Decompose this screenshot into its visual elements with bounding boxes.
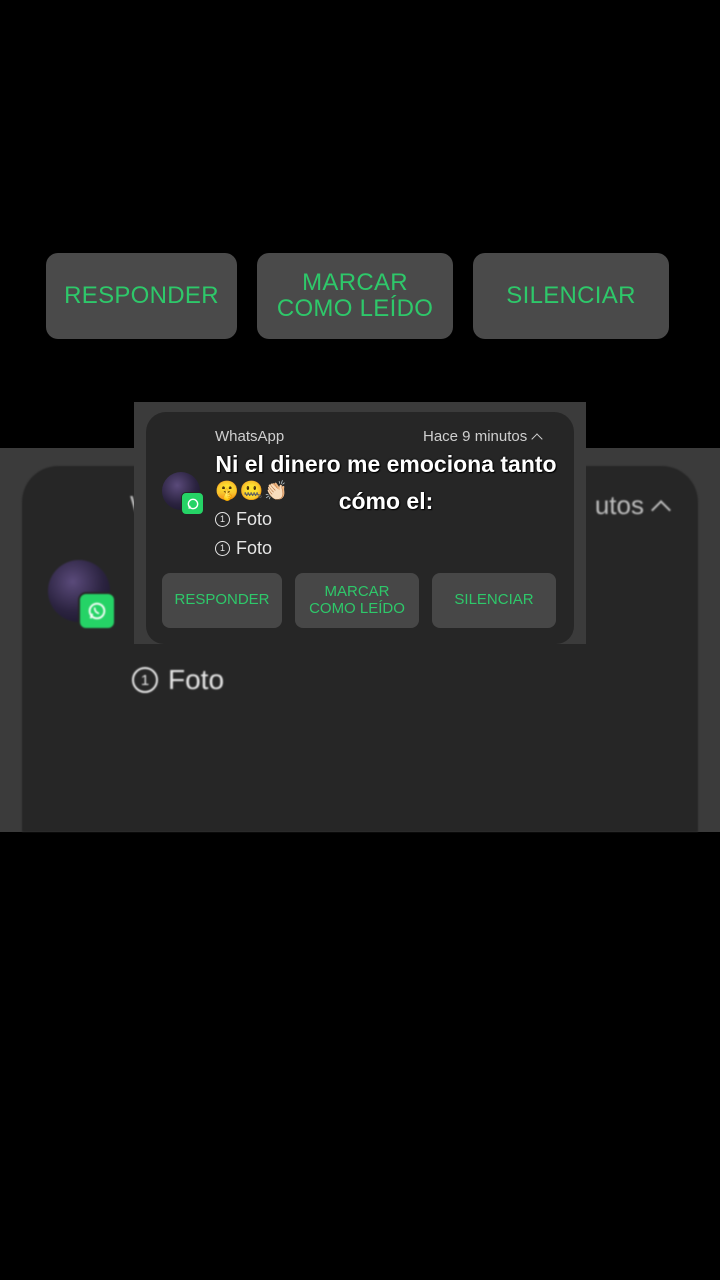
message-line: 1 Foto [215, 538, 272, 559]
caption-line-2: cómo el: [338, 488, 434, 514]
background-reply-label: RESPONDER [64, 281, 219, 309]
background-mark-read-label-2: COMO LEÍDO [276, 295, 434, 322]
video-frame: W utos 1 Foto RESPONDER MARCAR COMO LEÍD… [0, 0, 720, 1280]
notification-time[interactable]: Hace 9 minutos [423, 428, 543, 445]
background-message-text: Foto [168, 664, 225, 695]
mute-button[interactable]: SILENCIAR [432, 573, 556, 628]
mark-read-label-1: MARCAR [324, 583, 390, 600]
background-reply-button[interactable]: RESPONDER [46, 253, 237, 339]
mark-read-button[interactable]: MARCAR COMO LEÍDO [295, 573, 419, 628]
background-mark-read-button[interactable]: MARCAR COMO LEÍDO [257, 253, 453, 339]
message-text: Foto [236, 538, 273, 558]
whatsapp-icon [78, 592, 116, 630]
video-caption: Ni el dinero me emociona tanto cómo el: [140, 446, 632, 520]
time-text: Hace 9 minutos [423, 428, 528, 445]
chevron-up-icon [651, 499, 671, 520]
number-circle-icon: 1 [215, 541, 230, 556]
app-name: WhatsApp [215, 428, 285, 445]
number-circle-icon: 1 [132, 667, 158, 693]
mark-read-label-2: COMO LEÍDO [309, 599, 405, 617]
background-mute-button[interactable]: SILENCIAR [473, 253, 669, 339]
reply-label: RESPONDER [174, 591, 270, 609]
mute-label: SILENCIAR [454, 591, 534, 609]
background-mute-label: SILENCIAR [506, 281, 636, 309]
chevron-up-icon[interactable] [531, 433, 543, 445]
caption-line-1: Ni el dinero me emociona tanto [215, 451, 557, 477]
background-message-line: 1 Foto [132, 664, 224, 696]
background-mark-read-label-1: MARCAR [302, 268, 408, 296]
reply-button[interactable]: RESPONDER [162, 573, 282, 628]
